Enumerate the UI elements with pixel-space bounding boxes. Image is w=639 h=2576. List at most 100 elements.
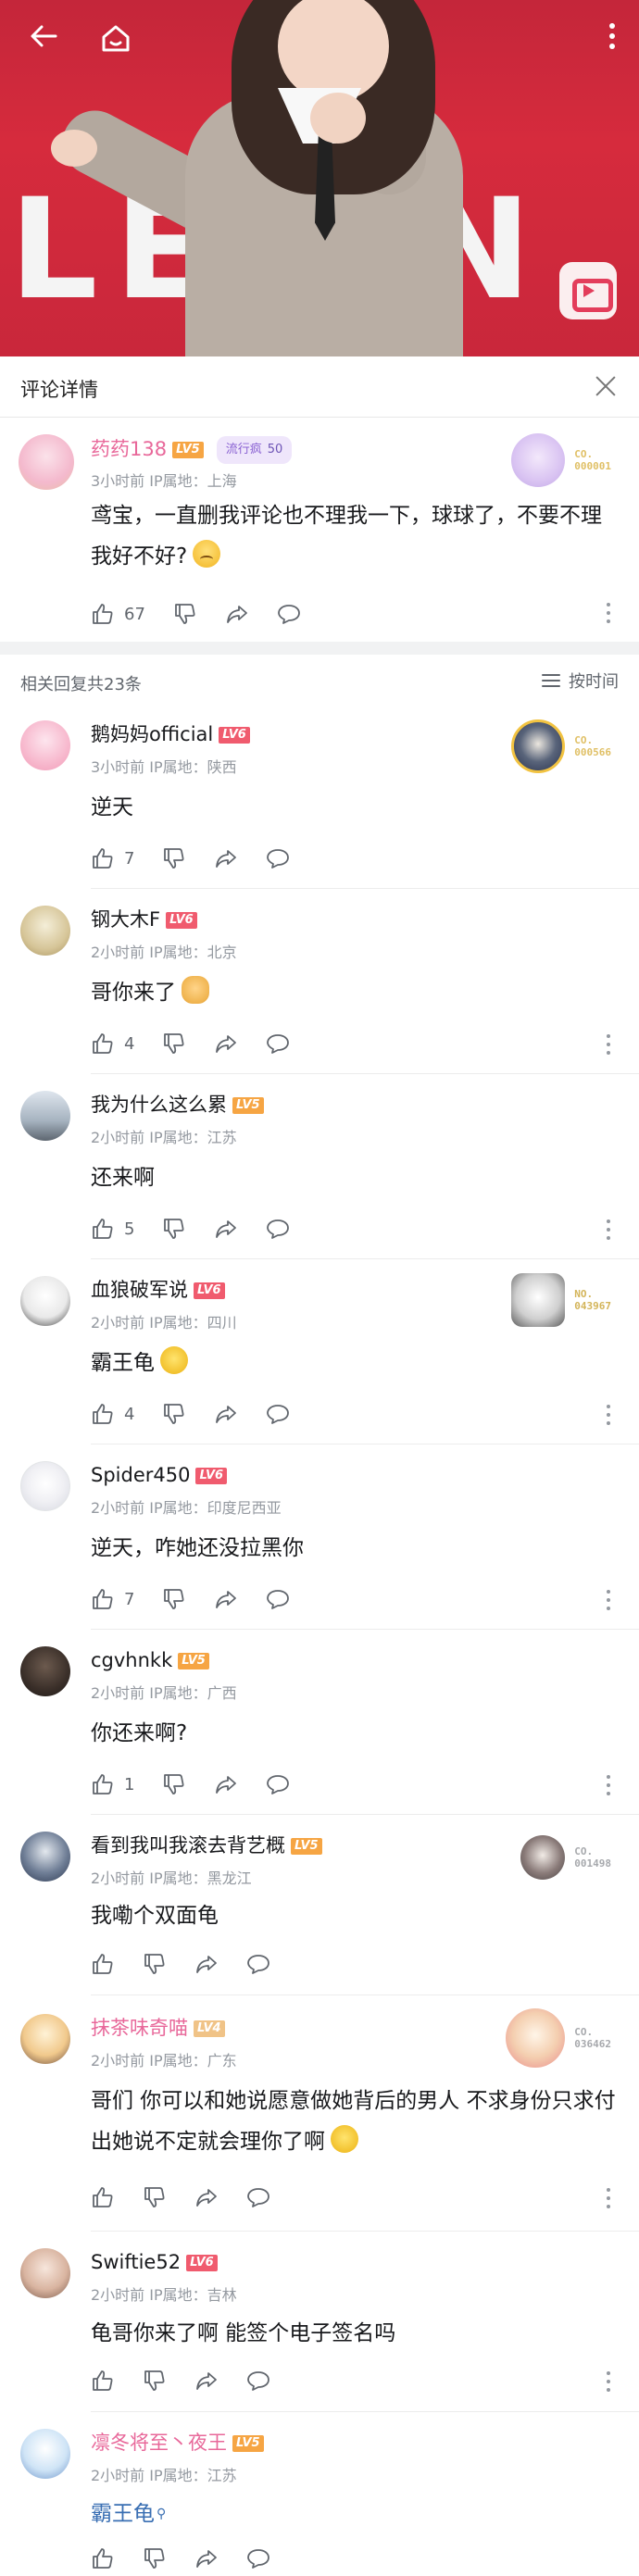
like-button[interactable] <box>91 1952 115 1976</box>
avatar[interactable] <box>20 1091 70 1141</box>
comment-meta: 2小时前 IP属地：江苏 <box>91 1129 237 1146</box>
back-arrow-icon[interactable] <box>28 20 59 52</box>
page-title: 评论详情 <box>20 379 98 401</box>
like-count: 4 <box>124 1404 135 1424</box>
share-button[interactable] <box>214 1032 238 1056</box>
avatar[interactable] <box>19 434 74 490</box>
more-options-icon[interactable] <box>606 1405 611 1427</box>
more-options-icon[interactable] <box>606 1775 611 1797</box>
reply-item: cgvhnkk LV5 2小时前 IP属地：广西 你还来啊? 1 <box>0 1630 639 1815</box>
fan-badge[interactable]: NO. 043967 <box>511 1270 611 1330</box>
username[interactable]: cgvhnkk LV5 <box>91 1648 209 1672</box>
reply-button[interactable] <box>266 1032 290 1056</box>
share-button[interactable] <box>194 2185 219 2209</box>
more-options-icon[interactable] <box>606 603 611 625</box>
avatar[interactable] <box>20 1646 70 1696</box>
dislike-button[interactable] <box>143 1952 167 1976</box>
sort-by-time-button[interactable]: 按时间 <box>541 669 619 693</box>
like-button[interactable]: 5 <box>91 1217 134 1241</box>
dislike-button[interactable] <box>162 846 186 870</box>
fan-badge[interactable]: CO. 000001 <box>511 431 611 490</box>
share-button[interactable] <box>214 1402 238 1426</box>
username[interactable]: Swiftie52 LV6 <box>91 2250 218 2274</box>
username[interactable]: 抹茶味奇喵 LV4 <box>91 2016 225 2040</box>
username[interactable]: 我为什么这么累 LV5 <box>91 1093 264 1117</box>
avatar[interactable] <box>20 2248 70 2298</box>
like-button[interactable]: 4 <box>91 1402 134 1426</box>
username[interactable]: 凛冬将至丶夜王 LV5 <box>91 2431 264 2455</box>
username[interactable]: 血狼破军说 LV6 <box>91 1278 225 1302</box>
share-button[interactable] <box>214 1772 238 1796</box>
avatar[interactable] <box>20 1276 70 1326</box>
share-button[interactable] <box>214 1217 238 1241</box>
username[interactable]: Spider450 LV6 <box>91 1463 228 1487</box>
dislike-button[interactable] <box>162 1772 186 1796</box>
share-button[interactable] <box>225 602 249 626</box>
reply-button[interactable] <box>277 602 301 626</box>
comment-bubble-icon <box>267 1219 290 1239</box>
dislike-button[interactable] <box>162 1587 186 1611</box>
dislike-button[interactable] <box>162 1032 186 1056</box>
avatar[interactable] <box>20 906 70 956</box>
like-button[interactable]: 7 <box>91 1587 134 1611</box>
reply-button[interactable] <box>266 1217 290 1241</box>
dislike-button[interactable] <box>143 2369 167 2393</box>
fan-badge[interactable]: CO. 001498 <box>520 1828 611 1887</box>
username[interactable]: 药药138 LV5 流行疯 50 <box>91 436 293 464</box>
avatar[interactable] <box>20 1461 70 1511</box>
comment-actions <box>91 1950 298 1978</box>
share-button[interactable] <box>194 2546 219 2570</box>
more-options-icon[interactable] <box>606 1034 611 1057</box>
app-logo-icon[interactable] <box>559 262 617 319</box>
dislike-button[interactable] <box>143 2185 167 2209</box>
avatar[interactable] <box>20 2429 70 2479</box>
dislike-button[interactable] <box>162 1402 186 1426</box>
level-badge: LV6 <box>219 727 250 744</box>
reply-button[interactable] <box>266 1772 290 1796</box>
video-player[interactable]: LE AN <box>0 0 639 356</box>
reply-button[interactable] <box>266 846 290 870</box>
share-button[interactable] <box>194 1952 219 1976</box>
avatar[interactable] <box>20 1832 70 1882</box>
like-button[interactable]: 1 <box>91 1772 134 1796</box>
dislike-button[interactable] <box>173 602 197 626</box>
fan-badge[interactable]: CO. 000566 <box>511 717 611 776</box>
more-options-icon[interactable] <box>606 1590 611 1612</box>
close-icon[interactable] <box>585 366 626 406</box>
share-button[interactable] <box>214 1587 238 1611</box>
comment-text[interactable]: 霸王龟 ⚲ <box>91 2494 617 2534</box>
reply-item: 我为什么这么累 LV5 2小时前 IP属地：江苏 还来啊 5 <box>0 1074 639 1259</box>
more-options-icon[interactable] <box>606 2188 611 2210</box>
like-button[interactable] <box>91 2185 115 2209</box>
comment-bubble-icon <box>267 1034 290 1054</box>
dislike-button[interactable] <box>162 1217 186 1241</box>
dislike-button[interactable] <box>143 2546 167 2570</box>
like-button[interactable]: 67 <box>91 602 145 626</box>
username[interactable]: 看到我叫我滚去背艺概 LV5 <box>91 1833 322 1857</box>
reply-button[interactable] <box>266 1587 290 1611</box>
comment-detail-header: 评论详情 <box>0 356 639 418</box>
reply-button[interactable] <box>266 1402 290 1426</box>
avatar[interactable] <box>20 2014 70 2064</box>
more-options-icon[interactable] <box>606 2371 611 2394</box>
reply-button[interactable] <box>246 1952 270 1976</box>
more-vertical-icon[interactable] <box>608 20 617 52</box>
username[interactable]: 鹅妈妈official LV6 <box>91 722 250 746</box>
badge-avatar <box>520 1835 566 1880</box>
home-icon[interactable] <box>100 22 132 54</box>
avatar[interactable] <box>20 720 70 770</box>
reply-button[interactable] <box>246 2369 270 2393</box>
more-options-icon[interactable] <box>606 1219 611 1242</box>
like-button[interactable] <box>91 2546 115 2570</box>
share-button[interactable] <box>194 2369 219 2393</box>
username[interactable]: 钢大木F LV6 <box>91 907 197 932</box>
like-button[interactable]: 4 <box>91 1032 134 1056</box>
reply-button[interactable] <box>246 2546 270 2570</box>
fan-badge[interactable]: CO. 036462 <box>506 2008 611 2068</box>
fan-tag[interactable]: 流行疯 50 <box>216 436 293 464</box>
like-button[interactable]: 7 <box>91 846 134 870</box>
like-button[interactable] <box>91 2369 115 2393</box>
thumbs-down-icon <box>144 2370 165 2391</box>
share-button[interactable] <box>214 846 238 870</box>
reply-button[interactable] <box>246 2185 270 2209</box>
